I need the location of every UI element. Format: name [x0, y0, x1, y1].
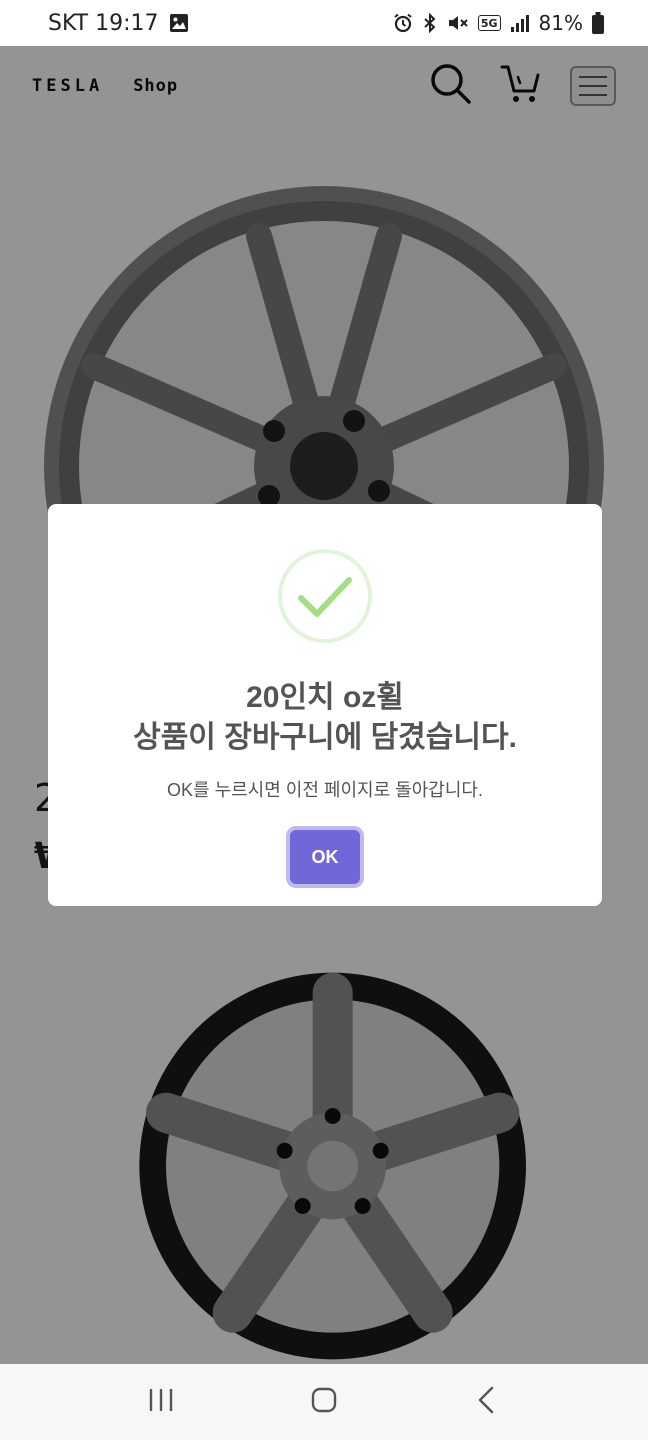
- signal-icon: [510, 12, 530, 34]
- recent-apps-icon[interactable]: [146, 1385, 176, 1419]
- mute-icon: [447, 12, 469, 34]
- back-icon[interactable]: [472, 1385, 502, 1419]
- dialog-title: 20인치 oz휠 상품이 장바구니에 담겼습니다.: [48, 678, 602, 758]
- status-bar: SKT 19:17 5G 81%: [0, 0, 648, 46]
- carrier-time: SKT 19:17: [48, 10, 159, 36]
- battery-percent: 81%: [538, 11, 583, 35]
- bluetooth-icon: [422, 12, 438, 34]
- dialog-title-line-1: 20인치 oz휠: [246, 681, 404, 714]
- home-icon[interactable]: [309, 1385, 339, 1419]
- alarm-icon: [393, 12, 413, 34]
- ok-button[interactable]: OK: [290, 830, 360, 884]
- gallery-icon: [169, 12, 189, 34]
- network-type: 5G: [477, 15, 501, 31]
- dialog-title-line-2: 상품이 장바구니에 담겼습니다.: [133, 721, 517, 754]
- cart-added-dialog: 20인치 oz휠 상품이 장바구니에 담겼습니다. OK를 누르시면 이전 페이…: [48, 504, 602, 906]
- system-navigation-bar: [0, 1364, 648, 1440]
- battery-icon: [592, 12, 604, 34]
- dialog-message: OK를 누르시면 이전 페이지로 돌아갑니다.: [167, 780, 483, 800]
- success-check-icon: [277, 548, 373, 644]
